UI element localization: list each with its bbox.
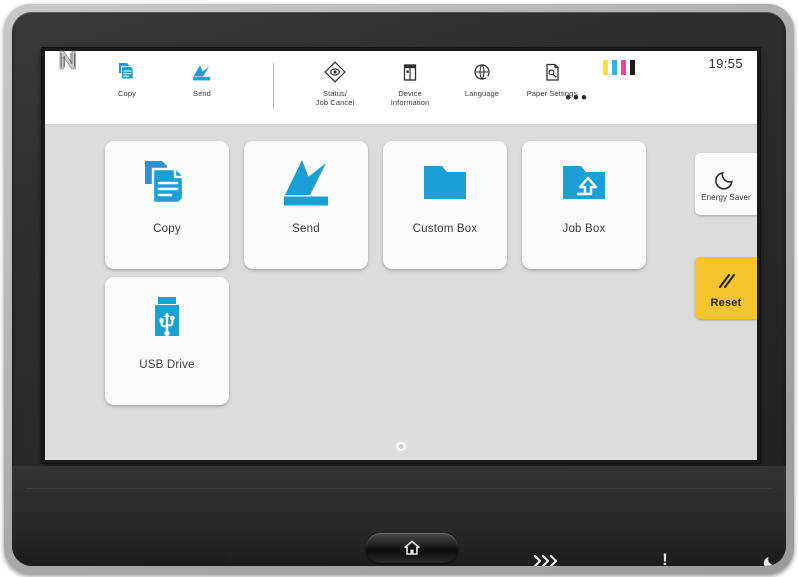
bezel-seam xyxy=(26,488,772,489)
energy-saver-button[interactable]: Energy Saver xyxy=(695,153,757,215)
toner-bar-yellow xyxy=(603,60,608,75)
status-label-line2: Job Cancel xyxy=(315,98,355,107)
tile-send[interactable]: Send xyxy=(244,141,368,269)
topbar-item-send[interactable]: Send xyxy=(170,57,234,98)
tile-usb-drive-label: USB Drive xyxy=(139,359,195,371)
status-eye-icon xyxy=(303,57,367,87)
reset-label: Reset xyxy=(710,296,742,309)
screen-bezel: Copy Send Status/ Job Cancel Device Info… xyxy=(42,48,760,463)
topbar-item-send-label: Send xyxy=(193,89,211,98)
printer-device-shell: Copy Send Status/ Job Cancel Device Info… xyxy=(4,4,794,574)
toner-bar-cyan xyxy=(612,60,617,75)
nfc-icon[interactable] xyxy=(57,48,79,72)
device-label-line2: Information xyxy=(390,98,430,107)
moon-icon xyxy=(714,166,738,192)
processing-indicator xyxy=(524,553,566,566)
sleep-indicator xyxy=(750,553,786,566)
top-status-bar: Copy Send Status/ Job Cancel Device Info… xyxy=(45,51,757,125)
reset-button[interactable]: Reset xyxy=(695,257,757,319)
send-scan-icon xyxy=(244,141,368,223)
tile-send-label: Send xyxy=(292,223,320,235)
copy-documents-icon xyxy=(105,141,229,223)
tile-usb-drive[interactable]: USB Drive xyxy=(105,277,229,405)
topbar-item-copy-label: Copy xyxy=(118,89,136,98)
device-front-panel: Copy Send Status/ Job Cancel Device Info… xyxy=(12,12,786,566)
tile-custom-box[interactable]: Custom Box xyxy=(383,141,507,269)
usb-drive-icon xyxy=(105,277,229,359)
status-label-line1: Status/ xyxy=(322,89,348,98)
topbar-item-status-job-cancel[interactable]: Status/ Job Cancel xyxy=(303,57,367,107)
tile-custom-box-label: Custom Box xyxy=(412,223,478,235)
tile-copy-label: Copy xyxy=(153,223,181,235)
moon-icon xyxy=(763,557,776,566)
tile-job-box[interactable]: Job Box xyxy=(522,141,646,269)
topbar-item-device-information[interactable]: Device Information xyxy=(378,57,442,107)
toner-bar-magenta xyxy=(621,60,626,75)
send-icon xyxy=(170,57,234,87)
toner-bar-black xyxy=(630,60,635,75)
slashes-icon xyxy=(713,268,739,294)
topbar-item-status-label: Status/ Job Cancel xyxy=(303,89,367,107)
toner-level-indicator xyxy=(603,59,635,75)
topbar-item-copy[interactable]: Copy xyxy=(95,57,159,98)
folder-print-icon xyxy=(522,141,646,223)
tile-copy[interactable]: Copy xyxy=(105,141,229,269)
language-globe-icon xyxy=(450,57,514,87)
device-info-icon xyxy=(378,57,442,87)
attention-indicator: ! xyxy=(662,550,668,566)
paper-settings-icon xyxy=(513,57,591,87)
topbar-item-device-label: Device Information xyxy=(378,89,442,107)
home-button[interactable] xyxy=(366,533,458,563)
home-tile-grid: Copy Send Custom Box Job Box USB Drive xyxy=(45,125,757,460)
copy-icon xyxy=(95,57,159,87)
touch-screen: Copy Send Status/ Job Cancel Device Info… xyxy=(45,51,757,460)
device-label-line1: Device xyxy=(398,89,422,98)
tile-job-box-label: Job Box xyxy=(562,223,606,235)
home-icon xyxy=(404,540,420,555)
energy-saver-label: Energy Saver xyxy=(701,193,751,202)
topbar-item-language[interactable]: Language xyxy=(450,57,514,98)
folder-icon xyxy=(383,141,507,223)
chevrons-icon xyxy=(533,554,558,566)
topbar-item-language-label: Language xyxy=(464,89,500,98)
topbar-divider xyxy=(273,63,274,109)
clock: 19:55 xyxy=(708,56,743,71)
more-options-button[interactable]: ••• xyxy=(560,89,594,106)
page-indicator-dot[interactable] xyxy=(396,442,406,451)
